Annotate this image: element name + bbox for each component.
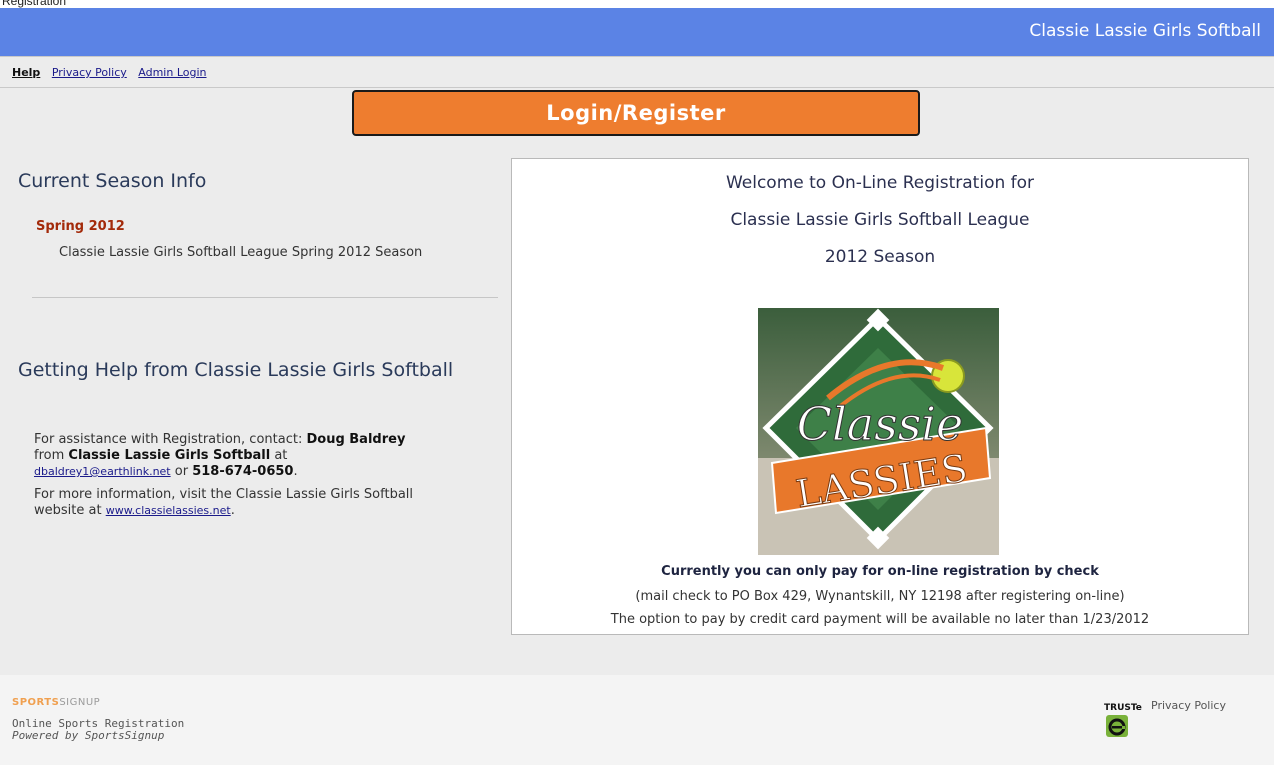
sportssignup-logo[interactable]: SPORTSSIGNUP xyxy=(12,697,100,708)
welcome-line-3: 2012 Season xyxy=(824,247,936,267)
welcome-line-2: Classie Lassie Girls Softball League xyxy=(730,210,1030,230)
links-divider xyxy=(0,87,1274,88)
season-description: Classie Lassie Girls Softball League Spr… xyxy=(59,245,423,260)
login-register-button[interactable]: Login/Register xyxy=(352,90,920,136)
help-link[interactable]: Help xyxy=(12,66,40,79)
site-header: Classie Lassie Girls Softball xyxy=(0,8,1274,56)
welcome-panel: Welcome to On-Line Registration for Clas… xyxy=(511,158,1249,635)
help-website-text: For more information, visit the Classie … xyxy=(34,487,414,518)
page-footer: SPORTSSIGNUP Online Sports Registration … xyxy=(0,675,1274,765)
getting-help-heading: Getting Help from Classie Lassie Girls S… xyxy=(18,359,454,381)
truste-label: TRUSTe xyxy=(1104,703,1142,713)
contact-email-link[interactable]: dbaldrey1@earthlink.net xyxy=(34,465,171,478)
welcome-line-1: Welcome to On-Line Registration for xyxy=(725,173,1035,193)
left-divider xyxy=(32,297,498,298)
header-divider xyxy=(0,56,1274,57)
website-link[interactable]: www.classielassies.net xyxy=(106,504,231,517)
current-season-heading: Current Season Info xyxy=(18,170,207,192)
contact-phone: 518-674-0650 xyxy=(192,464,294,479)
browser-top-strip: Registration xyxy=(0,0,1274,8)
help-contact-text: For assistance with Registration, contac… xyxy=(34,432,406,479)
privacy-policy-link[interactable]: Privacy Policy xyxy=(52,66,127,79)
browser-title-fragment: Registration xyxy=(2,0,67,8)
payment-mail-instructions: (mail check to PO Box 429, Wynantskill, … xyxy=(635,589,1125,604)
footer-privacy-link[interactable]: Privacy Policy xyxy=(1151,699,1226,712)
top-links: Help Privacy Policy Admin Login xyxy=(12,66,215,79)
classie-lassies-logo: Classie LASSIES xyxy=(758,308,999,555)
contact-org: Classie Lassie Girls Softball xyxy=(68,448,271,463)
contact-name: Doug Baldrey xyxy=(306,432,406,447)
payment-notice: Currently you can only pay for on-line r… xyxy=(661,564,1099,579)
truste-seal[interactable]: TRUSTe xyxy=(1104,695,1142,741)
footer-powered-by: Powered by SportsSignup xyxy=(12,729,165,742)
season-name: Spring 2012 xyxy=(36,219,125,234)
truste-icon xyxy=(1106,715,1128,737)
header-title: Classie Lassie Girls Softball xyxy=(1029,21,1261,41)
logo-script-text: Classie xyxy=(797,397,963,451)
admin-login-link[interactable]: Admin Login xyxy=(138,66,206,79)
payment-credit-note: The option to pay by credit card payment… xyxy=(610,612,1150,627)
